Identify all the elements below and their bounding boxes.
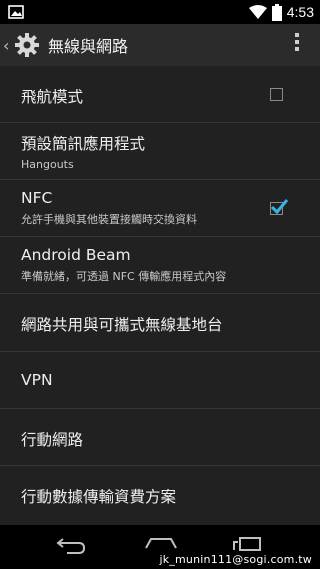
recent-apps-icon[interactable]: [232, 537, 262, 551]
airplane-mode-checkbox[interactable]: [270, 88, 283, 101]
status-time: 4:53: [286, 4, 314, 20]
item-title: 預設簡訊應用程式: [21, 135, 146, 153]
item-title: Android Beam: [21, 246, 131, 264]
settings-gear-icon[interactable]: [14, 32, 40, 58]
watermark: jk_munin111@sogi.com.tw: [159, 553, 312, 566]
item-summary: 準備就緒，可透過 NFC 傳輸應用程式內容: [21, 270, 227, 283]
list-item-tethering-hotspot[interactable]: 網路共用與可攜式無線基地台: [0, 294, 320, 352]
list-item-airplane-mode[interactable]: 飛航模式: [0, 66, 320, 123]
nfc-checkbox[interactable]: [270, 199, 289, 215]
list-item-vpn[interactable]: VPN: [0, 352, 320, 409]
item-title: VPN: [21, 371, 53, 389]
home-icon[interactable]: [144, 536, 178, 550]
list-item-android-beam[interactable]: Android Beam 準備就緒，可透過 NFC 傳輸應用程式內容: [0, 237, 320, 294]
item-title: 行動數據傳輸資費方案: [21, 488, 177, 506]
item-title: 行動網路: [21, 431, 84, 449]
page-title: 無線與網路: [48, 37, 129, 56]
list-item-mobile-network[interactable]: 行動網路: [0, 409, 320, 466]
list-item-nfc[interactable]: NFC 允許手機與其他裝置接觸時交換資料: [0, 180, 320, 237]
overflow-menu-icon[interactable]: [294, 33, 300, 54]
item-title: 網路共用與可攜式無線基地台: [21, 316, 223, 334]
back-icon[interactable]: [53, 538, 87, 556]
wifi-icon: [248, 5, 267, 19]
status-bar: 4:53: [0, 0, 320, 24]
battery-icon: [271, 3, 282, 21]
settings-list: 飛航模式 預設簡訊應用程式 Hangouts NFC 允許手機與其他裝置接觸時交…: [0, 66, 320, 524]
image-notification-icon: [8, 5, 24, 19]
action-bar: ‹ 無線與網路: [0, 24, 320, 66]
list-item-default-sms-app[interactable]: 預設簡訊應用程式 Hangouts: [0, 123, 320, 180]
list-item-data-plan[interactable]: 行動數據傳輸資費方案: [0, 466, 320, 524]
up-chevron-icon[interactable]: ‹: [3, 36, 11, 55]
item-summary: Hangouts: [21, 158, 74, 171]
check-icon: [270, 199, 289, 215]
